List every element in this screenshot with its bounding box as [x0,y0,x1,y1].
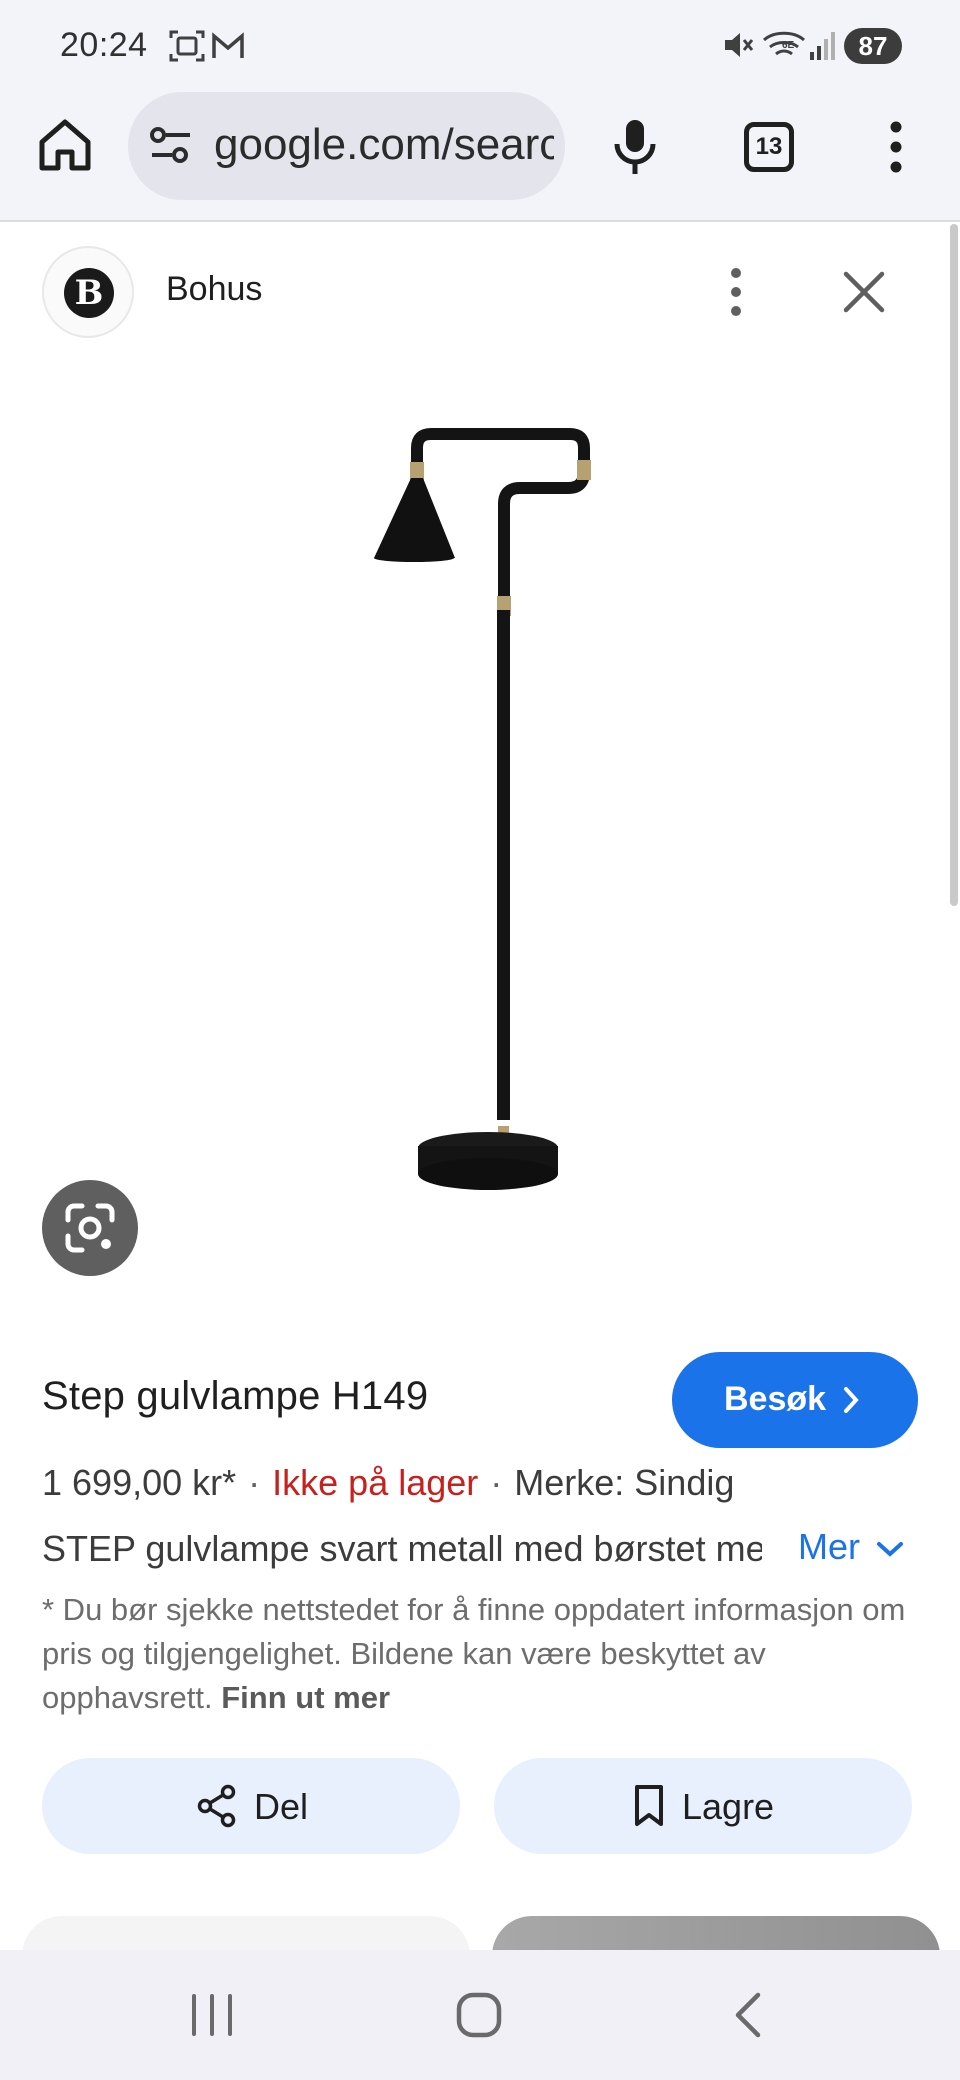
url-text[interactable]: google.com/search [214,120,554,170]
separator: · [490,1462,503,1503]
home-icon[interactable] [34,114,96,176]
more-button[interactable]: Mer [798,1526,903,1568]
visit-button[interactable]: Besøk [672,1352,918,1448]
lens-icon [65,1203,115,1253]
address-bar[interactable]: google.com/search [128,92,565,200]
product-brand: Merke: Sindig [514,1462,735,1503]
browser-toolbar: google.com/search 13 [0,92,960,222]
signal-icon [810,32,835,60]
wifi-6e-icon: 6E [762,31,806,56]
screenshot-icon [169,30,205,62]
more-vert-icon[interactable] [880,118,912,176]
product-price: 1 699,00 kr* [42,1462,237,1503]
stock-status: Ikke på lager [272,1462,479,1503]
product-description: STEP gulvlampe svart metall med børstet … [42,1528,762,1569]
disclaimer: * Du bør sjekke nettstedet for å finne o… [42,1588,922,1720]
battery-level: 87 [844,28,902,64]
home-nav-icon[interactable] [454,1990,504,2040]
product-title: Step gulvlampe H149 [42,1374,429,1418]
tabs-icon[interactable]: 13 [744,122,794,172]
status-time: 20:24 [60,26,148,64]
back-icon[interactable] [730,1990,766,2040]
google-lens-button[interactable] [42,1180,138,1276]
recent-apps-icon[interactable] [188,1990,236,2040]
sheet-more-icon[interactable] [720,266,752,320]
site-logo[interactable]: B [42,246,134,338]
scrollbar[interactable] [950,224,958,906]
svg-text:6E: 6E [782,40,795,51]
site-logo-letter: B [64,268,114,318]
mic-icon[interactable] [610,118,660,176]
result-sheet-header: B Bohus [0,222,960,362]
share-button[interactable]: Del [42,1758,460,1854]
chevron-down-icon [877,1542,903,1557]
status-bar: 20:24 6E 87 [0,0,960,92]
bookmark-icon [635,1785,663,1826]
save-button[interactable]: Lagre [494,1758,912,1854]
site-settings-icon[interactable] [148,124,194,166]
system-nav-bar [0,1950,960,2080]
visit-button-label: Besøk [724,1380,827,1418]
product-image[interactable] [300,420,620,1240]
close-icon[interactable] [838,266,890,318]
site-name[interactable]: Bohus [166,270,262,309]
share-label: Del [254,1786,309,1827]
chevron-right-icon [844,1387,859,1413]
separator: · [248,1462,261,1503]
share-icon [197,1784,236,1828]
mute-icon [725,33,754,57]
gmail-icon [212,32,244,58]
product-meta: 1 699,00 kr* · Ikke på lager · Merke: Sindig [42,1462,734,1504]
learn-more-link[interactable]: Finn ut mer [221,1680,390,1715]
disclaimer-text: * Du bør sjekke nettstedet for å finne o… [42,1592,906,1715]
save-label: Lagre [682,1786,775,1827]
more-label: Mer [798,1526,860,1567]
